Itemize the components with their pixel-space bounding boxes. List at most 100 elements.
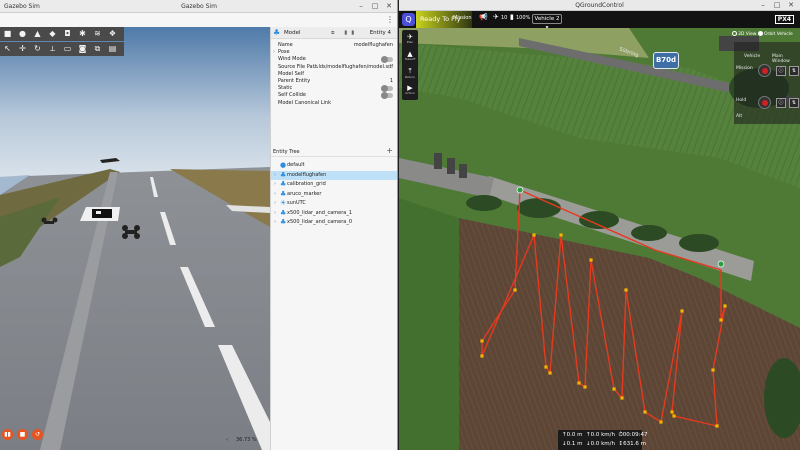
- inspector-tools[interactable]: ⧈ ▮▮: [331, 30, 358, 37]
- expand-arrow-icon[interactable]: ›: [274, 209, 276, 218]
- expand-arrow-icon[interactable]: ›: [274, 218, 276, 227]
- pause-icon[interactable]: ▮▮: [2, 429, 13, 440]
- tree-item[interactable]: › ♣ aruco_marker: [271, 190, 397, 199]
- waypoint-marker[interactable]: [559, 233, 563, 237]
- waypoint-marker[interactable]: [659, 420, 663, 424]
- waypoint-marker[interactable]: [589, 258, 593, 262]
- screenshot-icon[interactable]: ◙: [75, 42, 90, 56]
- waypoint-marker[interactable]: [577, 381, 581, 385]
- waypoint-marker[interactable]: [513, 288, 517, 292]
- tree-item[interactable]: › ♣ x500_lidar_and_camera_1: [271, 209, 397, 218]
- snap-icon[interactable]: ⟂: [45, 42, 60, 56]
- capsule-icon[interactable]: ◆: [45, 27, 60, 41]
- radio-icon[interactable]: [758, 31, 763, 36]
- toggle-switch[interactable]: [381, 56, 393, 64]
- satellite-icon[interactable]: ✈: [493, 13, 499, 21]
- map-option-3d[interactable]: 3D View: [738, 32, 756, 37]
- waypoint-marker[interactable]: [532, 233, 536, 237]
- tool-takeoff[interactable]: ▲ Takeoff: [402, 50, 418, 64]
- tool-return[interactable]: ⤒ Return: [402, 67, 418, 81]
- info-button[interactable]: ⓘ: [776, 66, 786, 76]
- vertical-speed: ↓0.0 km/h: [585, 441, 615, 447]
- waypoint-marker[interactable]: [711, 368, 715, 372]
- component-inspector-header: ♣ Model ⧈ ▮▮ Entity 4: [271, 27, 397, 39]
- megaphone-icon[interactable]: 📢: [479, 13, 488, 21]
- map-view-toggle[interactable]: 3D View Orbit Vehicle: [732, 30, 796, 38]
- expand-arrow-icon[interactable]: ›: [274, 190, 276, 199]
- close-button[interactable]: ✕: [786, 0, 796, 10]
- expand-arrow-icon[interactable]: ›: [274, 171, 276, 180]
- tree-item[interactable]: ● default: [271, 161, 397, 170]
- flight-mode[interactable]: Mission: [453, 15, 472, 21]
- waypoint-marker[interactable]: [583, 385, 587, 389]
- qgc-logo-icon[interactable]: Q: [402, 13, 415, 26]
- cylinder-icon[interactable]: ◘: [60, 27, 75, 41]
- waypoint-marker[interactable]: [719, 318, 723, 322]
- point-light-icon[interactable]: ✱: [75, 27, 90, 41]
- vehicle-selector[interactable]: Vehicle 2 ▾: [532, 14, 562, 31]
- waypoint-marker[interactable]: [670, 410, 674, 414]
- select-icon[interactable]: ↖: [0, 42, 15, 56]
- tree-item[interactable]: › ♣ x500_lidar_and_camera_0: [271, 218, 397, 227]
- waypoint-marker[interactable]: [480, 354, 484, 358]
- cone-icon[interactable]: ▲: [30, 27, 45, 41]
- swap-button[interactable]: ⇅: [789, 66, 799, 76]
- waypoint-marker[interactable]: [672, 414, 676, 418]
- spot-light-icon[interactable]: ❖: [105, 27, 120, 41]
- copy-icon[interactable]: ⧉: [90, 42, 105, 56]
- tree-item[interactable]: › ♣ calibration_grid: [271, 180, 397, 189]
- tree-item-label: sunUTC: [287, 200, 306, 206]
- sphere-icon[interactable]: ●: [15, 27, 30, 41]
- waypoint-marker[interactable]: [624, 288, 628, 292]
- waypoint-marker[interactable]: [480, 339, 484, 343]
- close-button[interactable]: ✕: [384, 1, 394, 11]
- add-entity-icon[interactable]: +: [386, 146, 393, 155]
- waypoint-marker[interactable]: [643, 410, 647, 414]
- box-icon[interactable]: ■: [0, 27, 15, 41]
- expand-arrow-icon[interactable]: ›: [274, 199, 276, 208]
- rtf-expand-icon[interactable]: ‹: [226, 437, 228, 443]
- radio-icon[interactable]: [732, 31, 737, 36]
- tool-plan[interactable]: ✈ Plan: [402, 33, 418, 47]
- component-key: Wind Mode: [278, 56, 306, 63]
- waypoint-marker[interactable]: [723, 304, 727, 308]
- component-key: Static: [278, 85, 293, 92]
- swap-button-2[interactable]: ⇅: [789, 98, 799, 108]
- entity-icon: ♣: [280, 180, 287, 188]
- waypoint-marker[interactable]: [715, 424, 719, 428]
- qgc-window: QGroundControl – □ ✕ Q Ready To Fly Miss…: [399, 0, 800, 450]
- stop-icon[interactable]: ■: [17, 429, 28, 440]
- minimize-button[interactable]: –: [356, 1, 366, 11]
- gazebo-menubar: ⋮: [0, 13, 397, 27]
- toggle-switch[interactable]: [381, 85, 393, 93]
- tree-item[interactable]: › ☀ sunUTC: [271, 199, 397, 208]
- component-key: Name: [278, 42, 293, 48]
- paste-icon[interactable]: ▤: [105, 42, 120, 56]
- directional-light-icon[interactable]: ≋: [90, 27, 105, 41]
- tree-item[interactable]: › ♣ modelflughafen: [271, 170, 397, 180]
- tool-action[interactable]: ▶ Action: [402, 84, 418, 98]
- rotate-icon[interactable]: ↻: [30, 42, 45, 56]
- waypoint-marker[interactable]: [548, 371, 552, 375]
- maximize-button[interactable]: □: [772, 0, 782, 10]
- gazebo-3d-scene[interactable]: [0, 27, 270, 450]
- minimize-button[interactable]: –: [758, 0, 768, 10]
- waypoint-marker[interactable]: [680, 309, 684, 313]
- kebab-menu-icon[interactable]: ⋮: [386, 15, 394, 24]
- grid-icon[interactable]: ▭: [60, 42, 75, 56]
- waypoint-marker[interactable]: [612, 387, 616, 391]
- battery-icon[interactable]: ▮: [510, 13, 514, 21]
- playback-controls: ▮▮ ■ ↺: [2, 429, 43, 440]
- gazebo-window-title: Gazebo Sim: [181, 3, 217, 10]
- reset-icon[interactable]: ↺: [32, 429, 43, 440]
- waypoint-marker[interactable]: [620, 396, 624, 400]
- info-button-2[interactable]: ⓘ: [776, 98, 786, 108]
- tree-item-label: default: [287, 162, 305, 168]
- expand-arrow-icon[interactable]: ›: [273, 49, 275, 55]
- maximize-button[interactable]: □: [370, 1, 380, 11]
- expand-arrow-icon[interactable]: ›: [274, 180, 276, 189]
- map-option-orbit[interactable]: Orbit Vehicle: [764, 32, 793, 37]
- translate-icon[interactable]: ✛: [15, 42, 30, 56]
- waypoint-marker[interactable]: [544, 365, 548, 369]
- toggle-switch[interactable]: [381, 92, 393, 100]
